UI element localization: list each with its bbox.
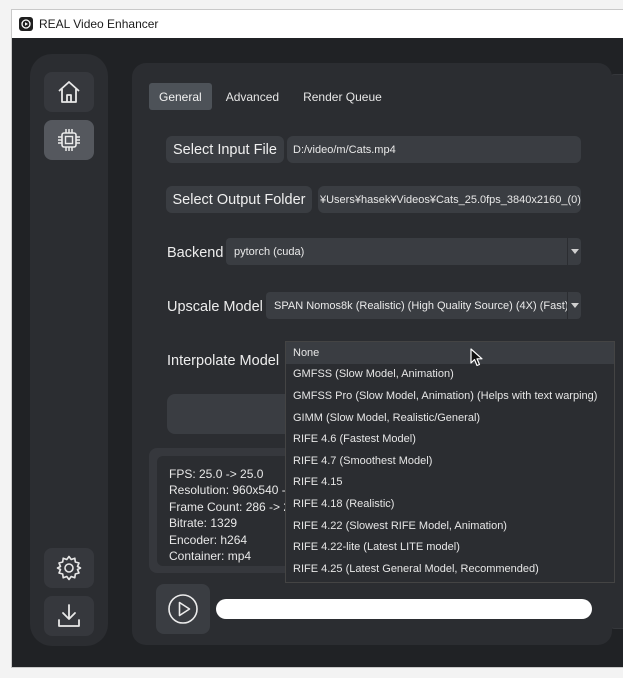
dropdown-option[interactable]: GMFSS Pro (Slow Model, Animation) (Helps…	[286, 385, 614, 407]
dropdown-option[interactable]: RIFE 4.18 (Realistic)	[286, 493, 614, 515]
render-play-button[interactable]	[156, 584, 210, 634]
processing-button[interactable]	[44, 120, 94, 160]
tab-general[interactable]: General	[149, 83, 212, 110]
tab-advanced[interactable]: Advanced	[216, 83, 289, 110]
tab-bar: General Advanced Render Queue	[149, 83, 392, 110]
dropdown-option[interactable]: None	[286, 342, 614, 364]
download-icon	[58, 604, 80, 627]
title-bar: REAL Video Enhancer	[12, 10, 623, 38]
input-file-field[interactable]: D:/video/m/Cats.mp4	[287, 136, 581, 163]
gear-icon	[56, 555, 82, 581]
chevron-down-icon	[567, 238, 581, 265]
home-icon	[58, 81, 80, 103]
chevron-down-icon	[567, 292, 581, 319]
dropdown-option[interactable]: RIFE 4.22 (Slowest RIFE Model, Animation…	[286, 515, 614, 537]
upscale-model-label: Upscale Model	[167, 299, 263, 315]
upscale-model-select[interactable]: SPAN Nomos8k (Realistic) (High Quality S…	[266, 292, 581, 319]
start-button-area[interactable]	[167, 394, 297, 434]
select-output-folder-button[interactable]: Select Output Folder	[166, 186, 312, 213]
app-logo-icon	[19, 17, 33, 31]
dropdown-option[interactable]: RIFE 4.7 (Smoothest Model)	[286, 450, 614, 472]
render-progress-bar	[216, 599, 592, 619]
interpolate-model-label: Interpolate Model	[167, 353, 280, 369]
dropdown-option[interactable]: RIFE 4.25 (Latest General Model, Recomme…	[286, 558, 614, 580]
output-file-field[interactable]: ¥Users¥hasek¥Videos¥Cats_25.0fps_3840x21…	[318, 186, 581, 213]
home-button[interactable]	[44, 72, 94, 112]
settings-button[interactable]	[44, 548, 94, 588]
interpolate-model-dropdown[interactable]: None GMFSS (Slow Model, Animation) GMFSS…	[285, 341, 615, 583]
select-input-file-button[interactable]: Select Input File	[166, 136, 284, 163]
download-button[interactable]	[44, 596, 94, 636]
dropdown-option[interactable]: GIMM (Slow Model, Realistic/General)	[286, 407, 614, 429]
upscale-model-value: SPAN Nomos8k (Realistic) (High Quality S…	[274, 299, 569, 312]
dropdown-option[interactable]: RIFE 4.15	[286, 472, 614, 494]
window-title: REAL Video Enhancer	[39, 17, 159, 31]
dropdown-option[interactable]: RIFE 4.6 (Fastest Model)	[286, 428, 614, 450]
dropdown-option[interactable]: RIFE 4.22-lite (Latest LITE model)	[286, 536, 614, 558]
tab-render-queue[interactable]: Render Queue	[293, 83, 392, 110]
backend-select[interactable]: pytorch (cuda)	[226, 238, 581, 265]
backend-value: pytorch (cuda)	[234, 245, 305, 258]
play-icon	[168, 594, 198, 624]
chip-icon	[58, 129, 80, 151]
mouse-cursor-icon	[470, 348, 483, 367]
dropdown-option[interactable]: GMFSS (Slow Model, Animation)	[286, 364, 614, 386]
sidebar	[30, 54, 108, 646]
backend-label: Backend	[167, 245, 224, 261]
